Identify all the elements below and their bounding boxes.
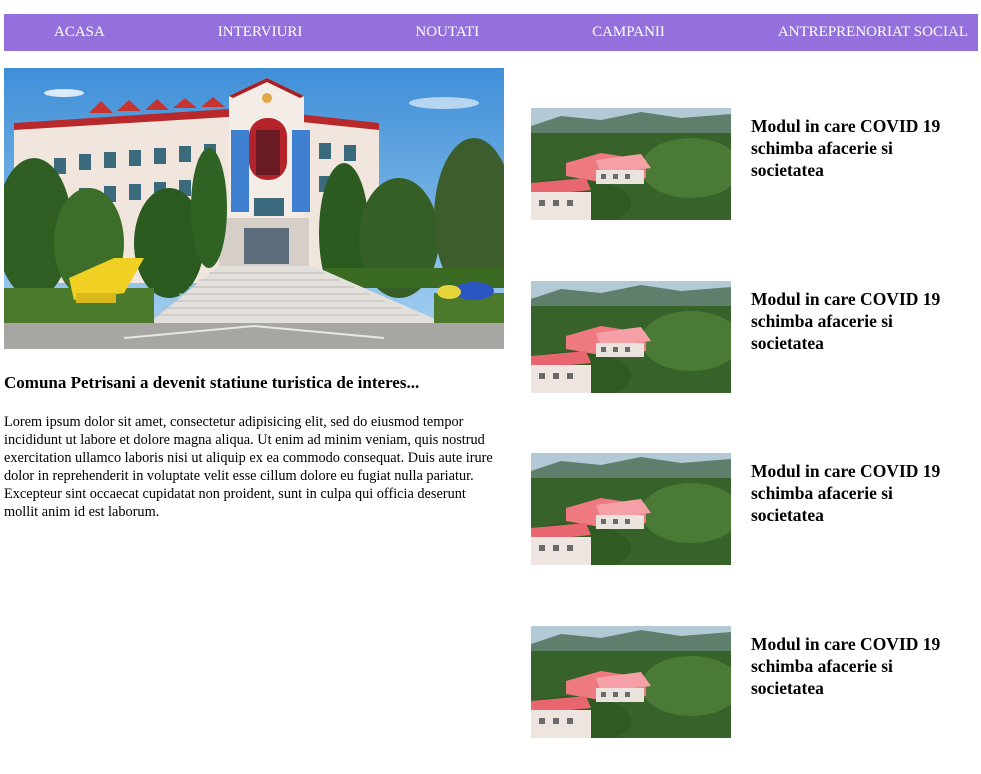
main-article-body: Lorem ipsum dolor sit amet, consectetur …: [4, 414, 493, 520]
nav-item-campanii[interactable]: CAMPANII: [592, 24, 665, 41]
nav-item-acasa[interactable]: ACASA: [54, 24, 105, 41]
side-article-thumbnail[interactable]: [531, 108, 731, 220]
side-article-item[interactable]: Modul in care COVID 19 schimba afacerie …: [531, 626, 971, 738]
nav-item-noutati[interactable]: NOUTATI: [415, 24, 479, 41]
nav-item-antreprenoriat-social[interactable]: ANTREPRENORIAT SOCIAL: [778, 24, 968, 41]
side-article-item[interactable]: Modul in care COVID 19 schimba afacerie …: [531, 108, 971, 220]
side-article-item[interactable]: Modul in care COVID 19 schimba afacerie …: [531, 453, 971, 565]
nav-item-interviuri[interactable]: INTERVIURI: [218, 24, 303, 41]
side-article-thumbnail[interactable]: [531, 626, 731, 738]
main-nav: ACASA INTERVIURI NOUTATI CAMPANII ANTREP…: [4, 14, 978, 51]
side-article-title[interactable]: Modul in care COVID 19 schimba afacerie …: [751, 460, 966, 526]
side-article-thumbnail[interactable]: [531, 281, 731, 393]
side-article-title[interactable]: Modul in care COVID 19 schimba afacerie …: [751, 288, 966, 354]
side-article-title[interactable]: Modul in care COVID 19 schimba afacerie …: [751, 115, 966, 181]
main-article-image[interactable]: [4, 68, 504, 349]
side-article-thumbnail[interactable]: [531, 453, 731, 565]
side-article-item[interactable]: Modul in care COVID 19 schimba afacerie …: [531, 281, 971, 393]
page: ACASA INTERVIURI NOUTATI CAMPANII ANTREP…: [0, 0, 981, 774]
side-article-title[interactable]: Modul in care COVID 19 schimba afacerie …: [751, 633, 966, 699]
main-article-title[interactable]: Comuna Petrisani a devenit statiune turi…: [4, 373, 504, 393]
